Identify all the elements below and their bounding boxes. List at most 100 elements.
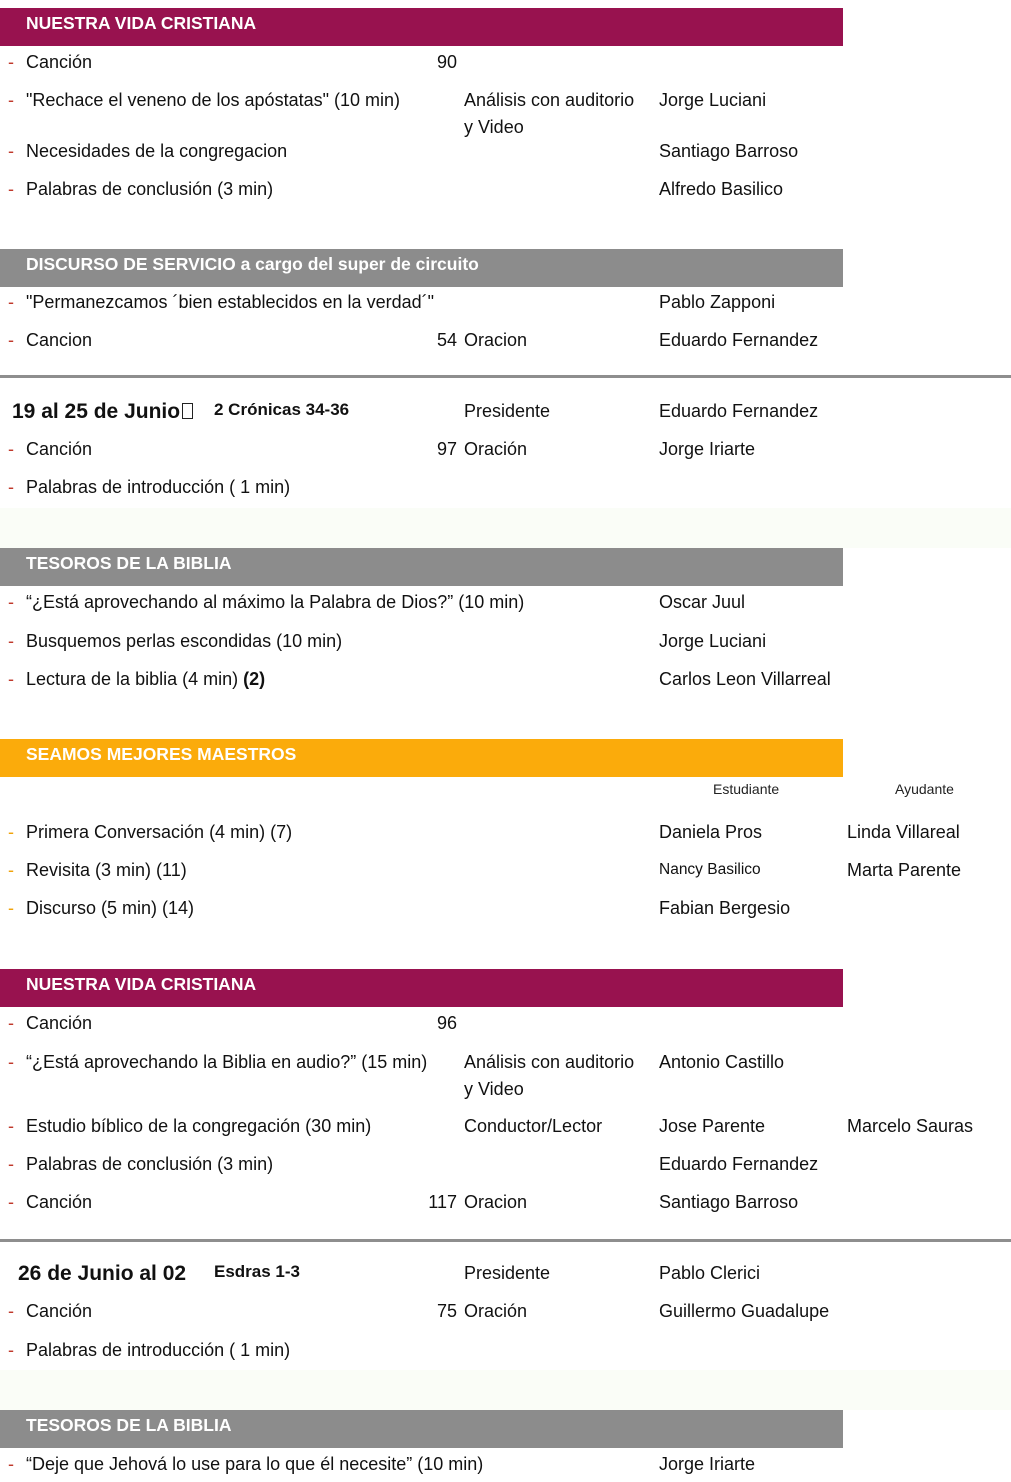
section-header-maestros: SEAMOS MEJORES MAESTROS	[0, 739, 843, 777]
bullet-dash: -	[8, 1154, 14, 1174]
item-title: Palabras de introducción ( 1 min)	[26, 477, 291, 497]
item-format: Oracion	[464, 1192, 528, 1212]
item-title: Canción	[26, 1301, 93, 1321]
item-title: "Permanezcamos ´bien establecidos en la …	[26, 292, 434, 312]
assignee-name: Jose Parente	[659, 1116, 766, 1136]
list-item: - Primera Conversación (4 min) (7) Danie…	[0, 820, 1011, 850]
list-item: - Palabras de introducción ( 1 min)	[0, 1338, 1011, 1368]
bullet-dash: -	[8, 1116, 14, 1136]
assignee-name: Antonio Castillo	[659, 1052, 785, 1072]
item-format: Análisis con auditorio	[464, 90, 635, 110]
list-item: - Busquemos perlas escondidas (10 min) J…	[0, 629, 1011, 659]
section-header-vida-cristiana: NUESTRA VIDA CRISTIANA	[0, 8, 843, 46]
item-title: Canción	[26, 439, 93, 459]
song-number: 97	[436, 439, 457, 459]
song-number: 96	[436, 1013, 457, 1033]
item-title: Palabras de introducción ( 1 min)	[26, 1340, 291, 1360]
list-item: - Canción 96	[0, 1011, 1011, 1041]
item-title: Busquemos perlas escondidas (10 min)	[26, 631, 343, 651]
assignee-name: Santiago Barroso	[659, 1192, 799, 1212]
item-title: Canción	[26, 52, 93, 72]
bullet-dash: -	[8, 592, 14, 612]
bullet-dash: -	[8, 822, 14, 842]
lesson-number: (2)	[243, 669, 266, 689]
week-divider	[0, 375, 1011, 378]
role-label: Presidente	[464, 401, 551, 421]
item-title: “¿Está aprovechando al máximo la Palabra…	[26, 592, 525, 612]
item-title: Lectura de la biblia (4 min) (2)	[26, 667, 265, 691]
chairman-row: Presidente Pablo Clerici	[0, 1261, 1011, 1291]
bullet-dash: -	[8, 1192, 14, 1212]
student-name: Fabian Bergesio	[659, 898, 791, 918]
section-header-label: SEAMOS MEJORES MAESTROS	[26, 744, 297, 764]
list-item: - Necesidades de la congregacion Santiag…	[0, 139, 1011, 169]
bullet-dash: -	[8, 52, 14, 72]
section-header-label: NUESTRA VIDA CRISTIANA	[26, 13, 257, 33]
assignee-name: Pablo Zapponi	[659, 292, 776, 312]
list-item: - Estudio bíblico de la congregación (30…	[0, 1114, 1011, 1144]
item-format: Conductor/Lector	[464, 1116, 603, 1136]
section-header-label: NUESTRA VIDA CRISTIANA	[26, 974, 257, 994]
item-title: Discurso (5 min) (14)	[26, 898, 195, 918]
item-title: Necesidades de la congregacion	[26, 141, 288, 161]
list-item: - Palabras de conclusión (3 min) Alfredo…	[0, 177, 1011, 207]
bullet-dash: -	[8, 1052, 14, 1072]
bullet-dash: -	[8, 1013, 14, 1033]
bullet-dash: -	[8, 90, 14, 110]
bullet-dash: -	[8, 1301, 14, 1321]
item-title: Canción	[26, 1013, 93, 1033]
assignee-name: Eduardo Fernandez	[659, 401, 819, 421]
bullet-dash: -	[8, 1454, 14, 1474]
week-divider	[0, 1239, 1011, 1242]
assignee-name: Carlos Leon Villarreal	[659, 669, 831, 689]
item-title: “Deje que Jehová lo use para lo que él n…	[26, 1454, 484, 1474]
list-item: - “Deje que Jehová lo use para lo que él…	[0, 1452, 1011, 1482]
item-title-text: Lectura de la biblia (4 min)	[26, 669, 239, 689]
song-number: 117	[428, 1192, 457, 1212]
song-number: 54	[436, 330, 457, 350]
assignee-name: Alfredo Basilico	[659, 179, 784, 199]
section-header-label: TESOROS DE LA BIBLIA	[26, 1415, 232, 1435]
item-title: "Rechace el veneno de los apóstatas" (10…	[26, 90, 400, 110]
item-format: Oracion	[464, 330, 528, 350]
bullet-dash: -	[8, 1340, 14, 1360]
section-header-discurso-servicio: DISCURSO DE SERVICIO a cargo del super d…	[0, 249, 843, 287]
assignee-name: Jorge Iriarte	[659, 439, 756, 459]
spacer-background	[0, 508, 1011, 548]
section-header-tesoros: TESOROS DE LA BIBLIA	[0, 1410, 843, 1448]
assignee-name: Jorge Luciani	[659, 631, 767, 651]
item-title: Palabras de conclusión (3 min)	[26, 1154, 274, 1174]
bullet-dash: -	[8, 631, 14, 651]
list-item: - Canción 97 Oración Jorge Iriarte	[0, 437, 1011, 467]
item-title: Primera Conversación (4 min) (7)	[26, 822, 293, 842]
list-item: - Lectura de la biblia (4 min) (2) Carlo…	[0, 667, 1011, 697]
section-header-label: TESOROS DE LA BIBLIA	[26, 553, 232, 573]
assignee-name: Jorge Luciani	[659, 90, 767, 110]
spacer-background	[0, 1370, 1011, 1410]
item-format: Oración	[464, 439, 528, 459]
item-title: Palabras de conclusión (3 min)	[26, 179, 274, 199]
bullet-dash: -	[8, 292, 14, 312]
helper-name: Linda Villareal	[847, 822, 960, 842]
helper-name: Marcelo Sauras	[847, 1116, 974, 1136]
student-name: Daniela Pros	[659, 822, 763, 842]
bullet-dash: -	[8, 898, 14, 918]
list-item: - Canción 75 Oración Guillermo Guadalupe	[0, 1299, 1011, 1329]
assignee-name: Jorge Iriarte	[659, 1454, 756, 1474]
song-number: 90	[436, 52, 457, 72]
list-item: - “¿Está aprovechando la Biblia en audio…	[0, 1050, 1011, 1099]
item-title: Cancion	[26, 330, 93, 350]
column-header-student: Estudiante	[713, 781, 780, 797]
assignee-name: Santiago Barroso	[659, 141, 799, 161]
list-item: - Revisita (3 min) (11) Nancy Basilico M…	[0, 858, 1011, 888]
item-format-line2: y Video	[464, 1079, 524, 1099]
item-format-line2: y Video	[464, 117, 524, 137]
section-header-tesoros: TESOROS DE LA BIBLIA	[0, 548, 843, 586]
item-title: “¿Está aprovechando la Biblia en audio?”…	[26, 1052, 428, 1072]
item-format: Oración	[464, 1301, 528, 1321]
item-title: Canción	[26, 1192, 93, 1212]
student-name: Nancy Basilico	[659, 861, 761, 878]
assignee-name: Pablo Clerici	[659, 1263, 761, 1283]
item-title: Estudio bíblico de la congregación (30 m…	[26, 1116, 372, 1136]
assignee-name: Eduardo Fernandez	[659, 1154, 819, 1174]
